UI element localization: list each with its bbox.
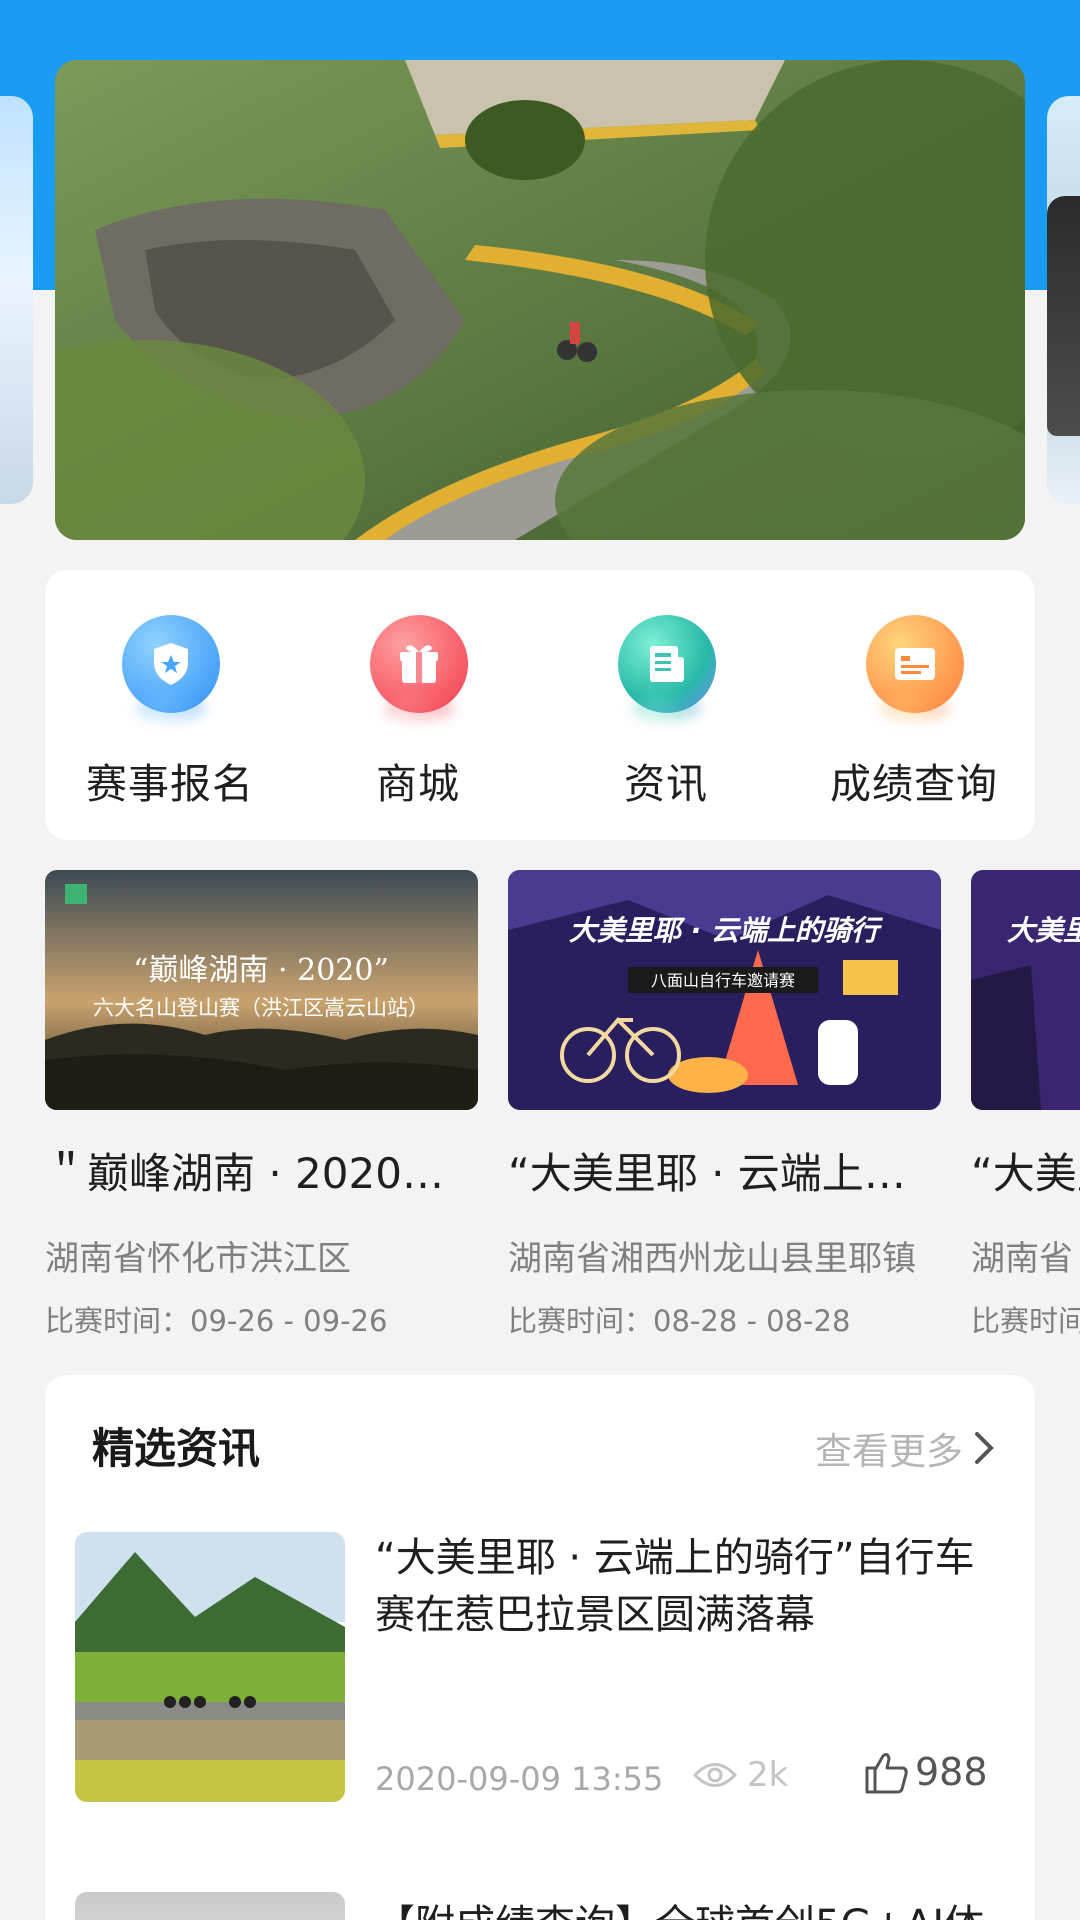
event-thumb-heading: 大美里: [1007, 914, 1080, 947]
menu-label: 成绩查询: [830, 760, 998, 808]
event-thumbnail: 大美里: [971, 870, 1080, 1110]
event-location: 湖南省湘西州龙山县里耶镇: [508, 1239, 916, 1279]
event-time: 比赛时间：09-26 - 09-26: [45, 1304, 388, 1338]
shield-star-icon: [122, 615, 220, 713]
news-title[interactable]: “大美里耶 · 云端上的骑行”自行车赛在惹巴拉景区圆满落幕: [375, 1530, 1005, 1644]
banner-slide-mountain-road[interactable]: [55, 60, 1025, 540]
menu-label: 商城: [376, 760, 460, 808]
menu-item-event-signup[interactable]: 赛事报名: [50, 570, 290, 840]
event-title: ＂巅峰湖南 · 2020＂...: [45, 1149, 478, 1198]
event-thumbnail: “巅峰湖南 · 2020” 六大名山登山赛（洪江区嵩云山站）: [45, 870, 478, 1110]
banner-next-slide[interactable]: [1047, 96, 1080, 504]
quick-menu: 赛事报名 商城 资讯 成绩查询: [45, 570, 1035, 840]
event-thumb-subheading: 八面山自行车邀请赛: [651, 971, 795, 990]
event-title: “大美里耶 · 云端上的...: [508, 1149, 941, 1198]
featured-news-section: 精选资讯 查看更多 “大美里耶 · 云端上的骑行”自行车赛在惹巴拉景区圆满落幕 …: [45, 1375, 1035, 1920]
event-time: 比赛时间：08-28 - 08-28: [508, 1304, 851, 1338]
like-button[interactable]: 988: [863, 1750, 988, 1794]
card-icon: [866, 615, 964, 713]
event-card[interactable]: 大美里耶 · 云端上的骑行 八面山自行车邀请赛 “大美里耶 · 云端上的... …: [508, 870, 941, 1340]
event-location: 湖南省怀化市洪江区: [45, 1239, 351, 1279]
news-thumbnail[interactable]: [75, 1892, 345, 1920]
section-title: 精选资讯: [92, 1424, 261, 1473]
menu-label: 资讯: [624, 760, 708, 808]
menu-item-news[interactable]: 资讯: [546, 570, 786, 840]
gift-icon: [370, 615, 468, 713]
event-thumb-heading: 大美里耶 · 云端上的骑行: [569, 914, 884, 947]
news-likes-count: 988: [915, 1750, 988, 1794]
event-title: “大美里: [971, 1149, 1080, 1198]
news-title[interactable]: 【附成绩查询】全球首创5G+AI体: [375, 1892, 1015, 1920]
event-location: 湖南省: [971, 1239, 1073, 1279]
event-card[interactable]: “巅峰湖南 · 2020” 六大名山登山赛（洪江区嵩云山站） ＂巅峰湖南 · 2…: [45, 870, 478, 1340]
event-card-partial[interactable]: 大美里 “大美里 湖南省 比赛时间: [971, 870, 1080, 1340]
news-views-count: 2k: [747, 1755, 789, 1795]
menu-item-results[interactable]: 成绩查询: [794, 570, 1034, 840]
banner-prev-slide[interactable]: [0, 96, 33, 504]
news-views: 2k: [693, 1755, 788, 1795]
eye-icon: [693, 1763, 737, 1787]
see-more-label: 查看更多: [815, 1430, 963, 1473]
thumbs-up-icon: [865, 1753, 908, 1794]
chevron-right-icon: [975, 1432, 994, 1464]
menu-item-mall[interactable]: 商城: [298, 570, 538, 840]
see-more-link[interactable]: 查看更多: [815, 1421, 995, 1475]
event-thumbnail: 大美里耶 · 云端上的骑行 八面山自行车邀请赛: [508, 870, 941, 1110]
event-thumb-heading: “巅峰湖南 · 2020”: [133, 953, 389, 988]
event-time: 比赛时间: [971, 1304, 1080, 1338]
news-icon: [618, 615, 716, 713]
menu-label: 赛事报名: [86, 760, 254, 808]
news-date: 2020-09-09 13:55: [375, 1760, 664, 1798]
event-thumb-subheading: 六大名山登山赛（洪江区嵩云山站）: [93, 996, 429, 1020]
news-thumbnail[interactable]: [75, 1532, 345, 1802]
